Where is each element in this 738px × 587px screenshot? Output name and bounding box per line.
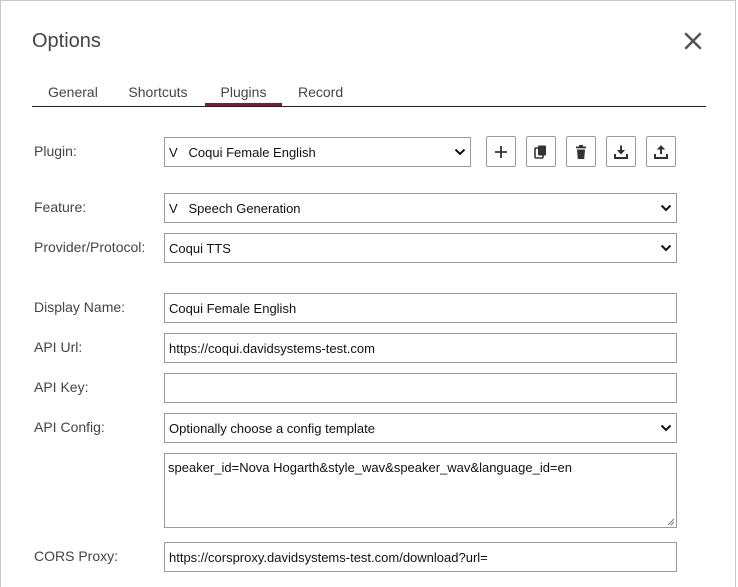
tab-bar: General Shortcuts Plugins Record (32, 81, 706, 107)
resize-grip-icon[interactable] (666, 517, 675, 526)
chevron-down-icon (656, 234, 676, 262)
display-name-input[interactable]: Coqui Female English (164, 293, 677, 323)
display-name-label: Display Name: (34, 299, 126, 315)
upload-plugin-button[interactable] (646, 136, 676, 167)
chevron-down-icon (656, 414, 676, 442)
close-button[interactable] (682, 30, 704, 52)
add-icon (495, 145, 507, 158)
tab-record[interactable]: Record (298, 84, 343, 106)
chevron-down-icon (450, 138, 470, 166)
dialog-title: Options (32, 30, 101, 52)
copy-icon (534, 145, 546, 159)
tab-shortcuts[interactable]: Shortcuts (127, 84, 189, 106)
copy-plugin-button[interactable] (526, 136, 556, 167)
cors-proxy-label: CORS Proxy: (34, 548, 119, 564)
api-key-label: API Key: (34, 379, 89, 395)
cors-proxy-input[interactable]: https://corsproxy.davidsystems-test.com/… (164, 542, 677, 572)
plugin-label: Plugin: (34, 143, 77, 159)
feature-select-value: V Speech Generation (169, 200, 301, 216)
download-plugin-button[interactable] (606, 136, 636, 167)
api-config-text: speaker_id=Nova Hogarth&style_wav&speake… (168, 460, 572, 475)
provider-select-value: Coqui TTS (169, 240, 231, 256)
upload-icon (654, 144, 668, 159)
api-key-input[interactable] (164, 373, 677, 403)
trash-icon (576, 144, 586, 159)
feature-label: Feature: (34, 199, 87, 215)
options-dialog: Options General Shortcuts Plugins Record… (0, 0, 736, 587)
chevron-down-icon (656, 194, 676, 222)
add-plugin-button[interactable] (486, 136, 516, 167)
tab-general[interactable]: General (48, 84, 98, 106)
provider-select[interactable]: Coqui TTS (164, 233, 677, 263)
api-config-textarea[interactable]: speaker_id=Nova Hogarth&style_wav&speake… (164, 453, 677, 528)
api-config-select-value: Optionally choose a config template (169, 420, 375, 436)
plugin-select-value: V Coqui Female English (169, 144, 316, 160)
api-config-label: API Config: (34, 419, 105, 435)
tab-plugins[interactable]: Plugins (205, 84, 282, 106)
download-icon (614, 145, 628, 159)
api-url-input[interactable]: https://coqui.davidsystems-test.com (164, 333, 677, 363)
api-url-label: API Url: (34, 339, 83, 355)
delete-plugin-button[interactable] (566, 136, 596, 167)
api-config-select[interactable]: Optionally choose a config template (164, 413, 677, 443)
close-icon (684, 32, 702, 50)
plugin-select[interactable]: V Coqui Female English (164, 137, 471, 167)
provider-label: Provider/Protocol: (34, 239, 146, 255)
feature-select[interactable]: V Speech Generation (164, 193, 677, 223)
